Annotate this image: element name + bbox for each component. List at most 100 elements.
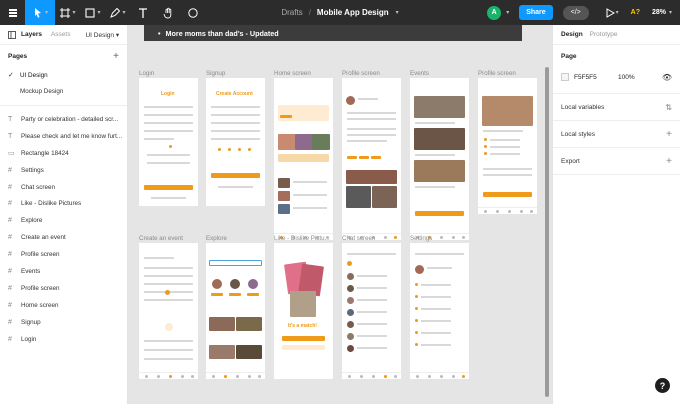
chevron-down-icon: ▾: [72, 10, 76, 16]
page-item-label: Mockup Design: [20, 88, 64, 96]
frame-label-events[interactable]: Events: [410, 70, 429, 77]
layer-item[interactable]: # Events: [0, 263, 127, 280]
add-style-icon[interactable]: +: [666, 129, 672, 140]
shape-tool-button[interactable]: ▾: [80, 0, 105, 25]
frame-like-dislike[interactable]: It's a match!: [274, 243, 333, 379]
user-avatar[interactable]: A: [487, 5, 502, 20]
frame-home-screen[interactable]: [274, 78, 333, 240]
layer-item[interactable]: # Profile screen: [0, 280, 127, 297]
bottom-nav: [206, 372, 265, 379]
layer-item[interactable]: ▭ Rectangle 18424: [0, 145, 127, 162]
hand-icon: [163, 7, 171, 18]
canvas-vertical-scrollbar[interactable]: [545, 67, 549, 397]
layer-item[interactable]: # Home screen: [0, 297, 127, 314]
frame-profile-screen-2[interactable]: [478, 78, 537, 214]
frame-label-chat[interactable]: Chat screen: [342, 235, 375, 242]
local-styles-label: Local styles: [561, 130, 595, 138]
canvas-banner-text[interactable]: More moms than dad's - Updated: [144, 25, 522, 41]
frame-login[interactable]: Login: [139, 78, 198, 206]
comment-icon: [187, 7, 198, 18]
tab-design[interactable]: Design: [561, 31, 583, 38]
frame-chat-screen[interactable]: [342, 243, 401, 379]
share-button[interactable]: Share: [519, 5, 553, 20]
layer-item[interactable]: # Login: [0, 331, 127, 348]
frame-events[interactable]: [410, 78, 469, 240]
frame-settings[interactable]: [410, 243, 469, 379]
tab-layers[interactable]: Layers: [21, 31, 42, 38]
eye-icon[interactable]: 👁: [662, 73, 672, 82]
frame-profile-screen[interactable]: [342, 78, 401, 240]
frame-explore[interactable]: [206, 243, 265, 379]
layer-label: Signup: [21, 318, 41, 326]
page-item-ui-design[interactable]: ✓ UI Design: [0, 67, 127, 84]
bottom-nav: [342, 372, 401, 379]
chevron-down-icon: ▾: [44, 10, 48, 16]
layer-item[interactable]: # Settings: [0, 162, 127, 179]
layer-label: Events: [21, 267, 41, 275]
dev-mode-toggle[interactable]: </>: [562, 5, 589, 20]
file-name[interactable]: Mobile App Design: [317, 8, 389, 17]
zoom-level-dropdown[interactable]: 28% ▾: [652, 9, 672, 16]
background-opacity-value[interactable]: 100%: [618, 74, 662, 81]
frame-label-profile[interactable]: Profile screen: [342, 70, 380, 77]
layer-item[interactable]: # Like - Dislike Pictures: [0, 195, 127, 212]
add-export-icon[interactable]: +: [666, 156, 672, 167]
frame-create-event[interactable]: [139, 243, 198, 379]
tab-prototype[interactable]: Prototype: [590, 31, 618, 38]
ui-design-dropdown[interactable]: UI Design ▾: [85, 31, 119, 39]
frame-label-settings[interactable]: Settings: [410, 235, 432, 242]
tab-assets[interactable]: Assets: [51, 31, 71, 38]
text-layer-icon: T: [8, 115, 13, 123]
layer-label: Login: [21, 335, 37, 343]
frame-layer-icon: #: [8, 183, 12, 191]
frame-tool-button[interactable]: ▾: [55, 0, 80, 25]
figma-menu-icon[interactable]: [0, 0, 25, 25]
layer-item[interactable]: # Profile screen: [0, 246, 127, 263]
layer-item[interactable]: # Create an event: [0, 229, 127, 246]
frame-layer-icon: #: [8, 200, 12, 208]
layer-label: Party or celebration - detailed scr...: [21, 115, 119, 123]
frame-label-home[interactable]: Home screen: [274, 70, 311, 77]
frame-label-explore[interactable]: Explore: [206, 235, 227, 242]
layer-label: Home screen: [21, 301, 59, 309]
help-button[interactable]: ?: [655, 378, 670, 393]
local-variables-label[interactable]: Local variables: [561, 104, 604, 111]
right-panel: Design Prototype Page F5F5F5 100% 👁 Loca…: [552, 25, 680, 404]
layer-item[interactable]: T Please check and let me know furt...: [0, 128, 127, 145]
layer-item[interactable]: # Chat screen: [0, 179, 127, 196]
breadcrumb-drafts[interactable]: Drafts: [281, 8, 302, 17]
design-canvas[interactable]: More moms than dad's - Updated Login Sig…: [128, 25, 552, 404]
variables-settings-icon[interactable]: ⇅: [665, 103, 672, 112]
frame-layer-icon: #: [8, 335, 12, 343]
layer-item[interactable]: T Party or celebration - detailed scr...: [0, 111, 127, 128]
pen-tool-button[interactable]: ▾: [105, 0, 130, 25]
comment-tool-button[interactable]: [180, 0, 205, 25]
sidebar-toggle-icon[interactable]: [8, 30, 16, 39]
chevron-down-icon[interactable]: ▾: [506, 9, 509, 16]
check-icon: ✓: [8, 72, 14, 80]
background-color-swatch[interactable]: [561, 73, 569, 81]
frame-layer-icon: #: [8, 251, 12, 259]
chevron-down-icon[interactable]: ▾: [396, 9, 399, 16]
page-background-row[interactable]: F5F5F5 100% 👁: [561, 67, 672, 87]
layer-item[interactable]: # Explore: [0, 212, 127, 229]
frame-label-like-dislike[interactable]: Like - Dislike Pictu...: [274, 235, 330, 242]
present-button[interactable]: ▾: [601, 7, 623, 18]
text-tool-button[interactable]: [130, 0, 155, 25]
frame-signup[interactable]: Create Account: [206, 78, 265, 206]
frame-label-signup[interactable]: Signup: [206, 70, 225, 77]
layer-label: Explore: [21, 217, 43, 225]
layer-item[interactable]: # Signup: [0, 314, 127, 331]
play-icon: [606, 7, 615, 18]
frame-icon: [60, 7, 71, 18]
frame-label-create-event[interactable]: Create an event: [139, 235, 183, 242]
hand-tool-button[interactable]: [155, 0, 180, 25]
accessibility-check-button[interactable]: A?: [631, 9, 640, 16]
match-text: It's a match!: [288, 323, 317, 329]
add-page-icon[interactable]: +: [113, 51, 119, 62]
background-hex-value[interactable]: F5F5F5: [574, 74, 618, 81]
move-tool-button[interactable]: ▾: [25, 0, 55, 25]
page-item-mockup-design[interactable]: Mockup Design: [0, 84, 127, 101]
frame-label-login[interactable]: Login: [139, 70, 154, 77]
frame-label-profile-2[interactable]: Profile screen: [478, 70, 516, 77]
